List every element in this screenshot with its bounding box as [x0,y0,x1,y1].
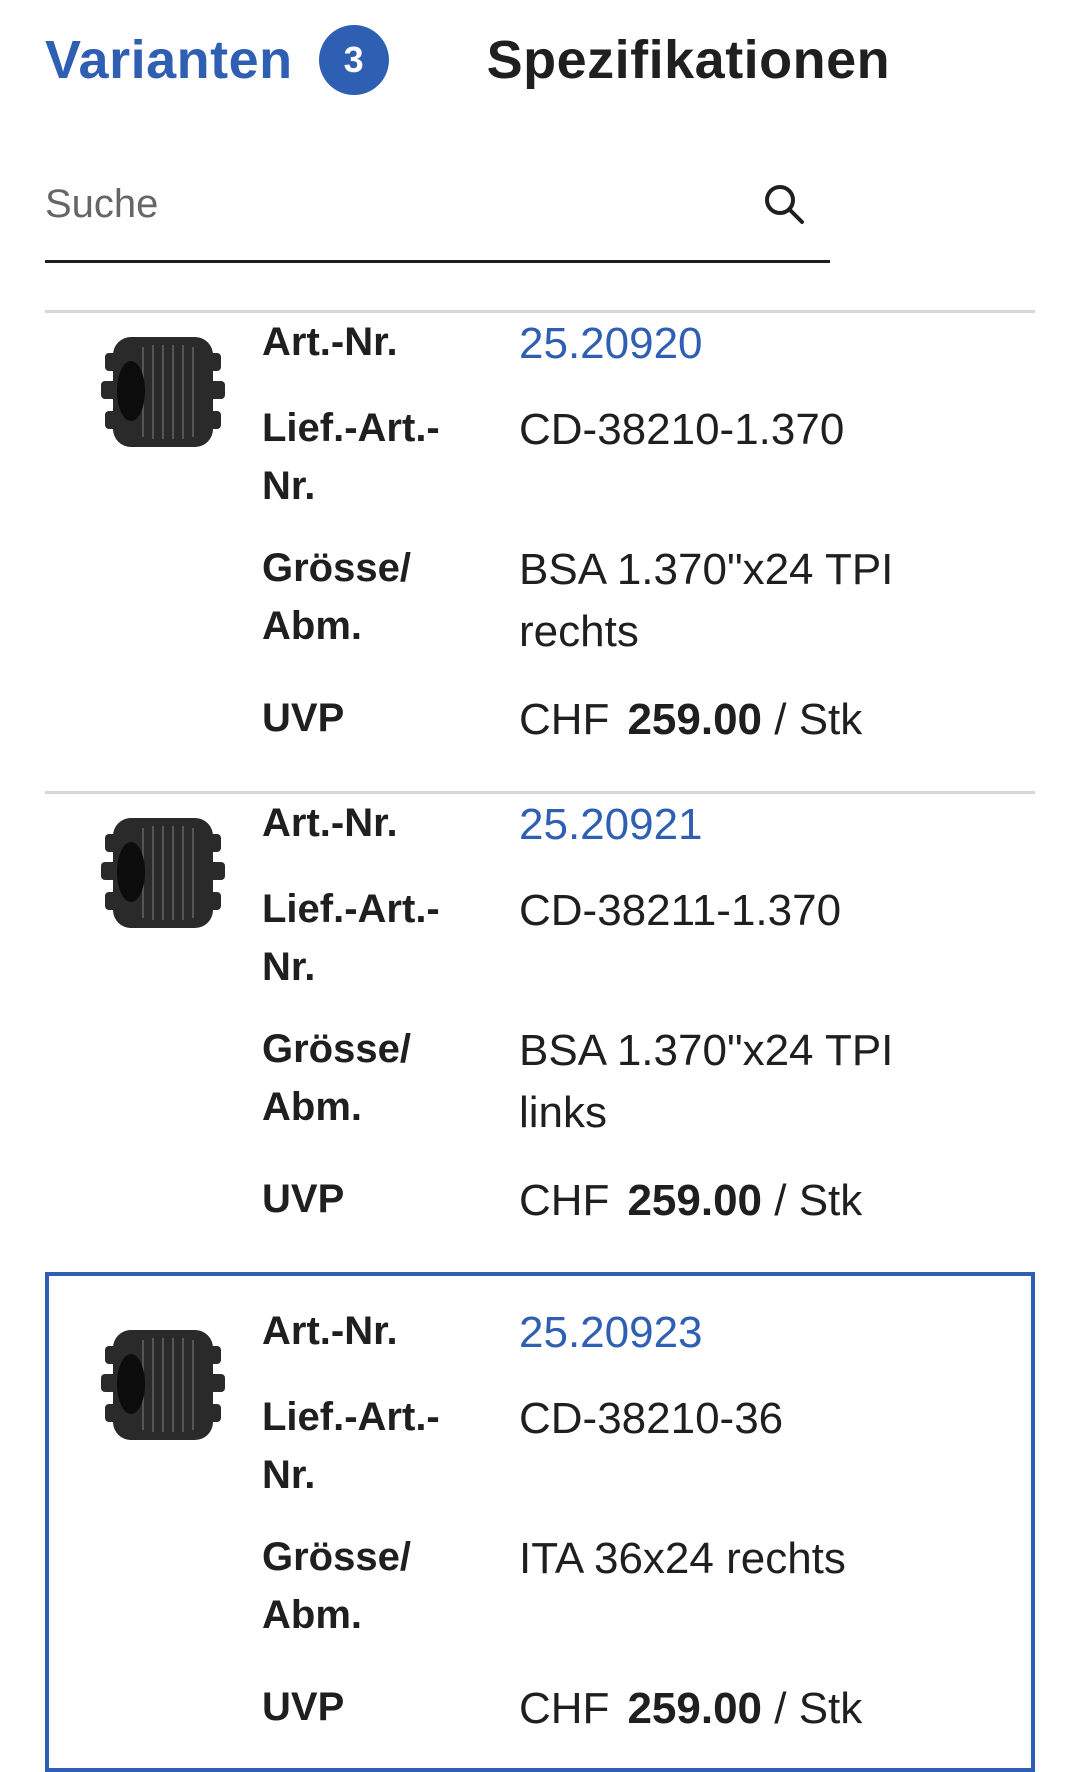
price-unit: / Stk [774,1176,863,1225]
label-lief-art-nr: Lief.-Art.-Nr. [262,887,440,989]
search-input[interactable] [45,174,725,234]
label-art-nr: Art.-Nr. [262,1309,398,1353]
cutter-icon [101,1330,225,1440]
price-amount: 259.00 [627,1684,763,1733]
row-uvp: UVP CHF 259.00 / Stk [262,1170,1002,1250]
row-lief-art-nr: Lief.-Art.-Nr. CD-38210-36 [262,1388,1002,1528]
tab-bar: Varianten 3 Spezifikationen [45,20,890,100]
art-nr-link[interactable]: 25.20921 [519,794,989,856]
tab-specifications[interactable]: Spezifikationen [487,29,891,91]
label-size: Grösse/ Abm. [262,1027,411,1129]
row-lief-art-nr: Lief.-Art.-Nr. CD-38210-1.370 [262,399,1002,539]
value-price: CHF 259.00 / Stk [519,1170,989,1232]
art-nr-link[interactable]: 25.20923 [519,1302,989,1364]
row-lief-art-nr: Lief.-Art.-Nr. CD-38211-1.370 [262,880,1002,1020]
label-art-nr: Art.-Nr. [262,320,398,364]
label-size: Grösse/ Abm. [262,546,411,648]
label-lief-art-nr: Lief.-Art.-Nr. [262,1395,440,1497]
price-amount: 259.00 [627,1176,763,1225]
label-uvp: UVP [262,696,345,740]
variant-card-selected[interactable]: Art.-Nr. 25.20923 Lief.-Art.-Nr. CD-3821… [45,1272,1035,1772]
cutter-icon [101,818,225,928]
value-lief-art-nr: CD-38210-1.370 [519,405,845,454]
variant-details: Art.-Nr. 25.20923 Lief.-Art.-Nr. CD-3821… [262,1302,1002,1758]
price-currency: CHF [519,1684,610,1733]
value-size: BSA 1.370"x24 TPI links [519,1026,894,1137]
cutter-icon [101,337,225,447]
variant-details: Art.-Nr. 25.20920 Lief.-Art.-Nr. CD-3821… [262,313,1002,769]
art-nr-link[interactable]: 25.20920 [519,313,989,375]
label-uvp: UVP [262,1177,345,1221]
row-size: Grösse/ Abm. ITA 36x24 rechts [262,1528,1002,1678]
value-price: CHF 259.00 / Stk [519,689,989,751]
row-uvp: UVP CHF 259.00 / Stk [262,1678,1002,1758]
value-size: BSA 1.370"x24 TPI rechts [519,545,894,656]
variant-card[interactable]: Art.-Nr. 25.20920 Lief.-Art.-Nr. CD-3821… [45,310,1035,791]
tab-variants[interactable]: Varianten 3 [45,25,389,95]
price-unit: / Stk [774,1684,863,1733]
label-art-nr: Art.-Nr. [262,801,398,845]
variant-card[interactable]: Art.-Nr. 25.20921 Lief.-Art.-Nr. CD-3821… [45,791,1035,1272]
price-amount: 259.00 [627,695,763,744]
value-price: CHF 259.00 / Stk [519,1678,989,1740]
row-uvp: UVP CHF 259.00 / Stk [262,689,1002,769]
label-uvp: UVP [262,1685,345,1729]
row-art-nr: Art.-Nr. 25.20923 [262,1302,1002,1388]
tab-variants-label: Varianten [45,30,293,90]
row-size: Grösse/ Abm. BSA 1.370"x24 TPI links [262,1020,1002,1170]
variants-count-badge: 3 [318,25,389,95]
label-size: Grösse/ Abm. [262,1535,411,1637]
variant-list: Art.-Nr. 25.20920 Lief.-Art.-Nr. CD-3821… [45,310,1035,1772]
label-lief-art-nr: Lief.-Art.-Nr. [262,406,440,508]
row-art-nr: Art.-Nr. 25.20921 [262,794,1002,880]
price-currency: CHF [519,1176,610,1225]
search-icon[interactable] [760,180,808,228]
row-art-nr: Art.-Nr. 25.20920 [262,313,1002,399]
search-bar [45,150,830,263]
price-unit: / Stk [774,695,863,744]
value-lief-art-nr: CD-38211-1.370 [519,886,842,935]
price-currency: CHF [519,695,610,744]
variant-details: Art.-Nr. 25.20921 Lief.-Art.-Nr. CD-3821… [262,794,1002,1250]
value-lief-art-nr: CD-38210-36 [519,1394,784,1443]
row-size: Grösse/ Abm. BSA 1.370"x24 TPI rechts [262,539,1002,689]
value-size: ITA 36x24 rechts [519,1534,846,1583]
